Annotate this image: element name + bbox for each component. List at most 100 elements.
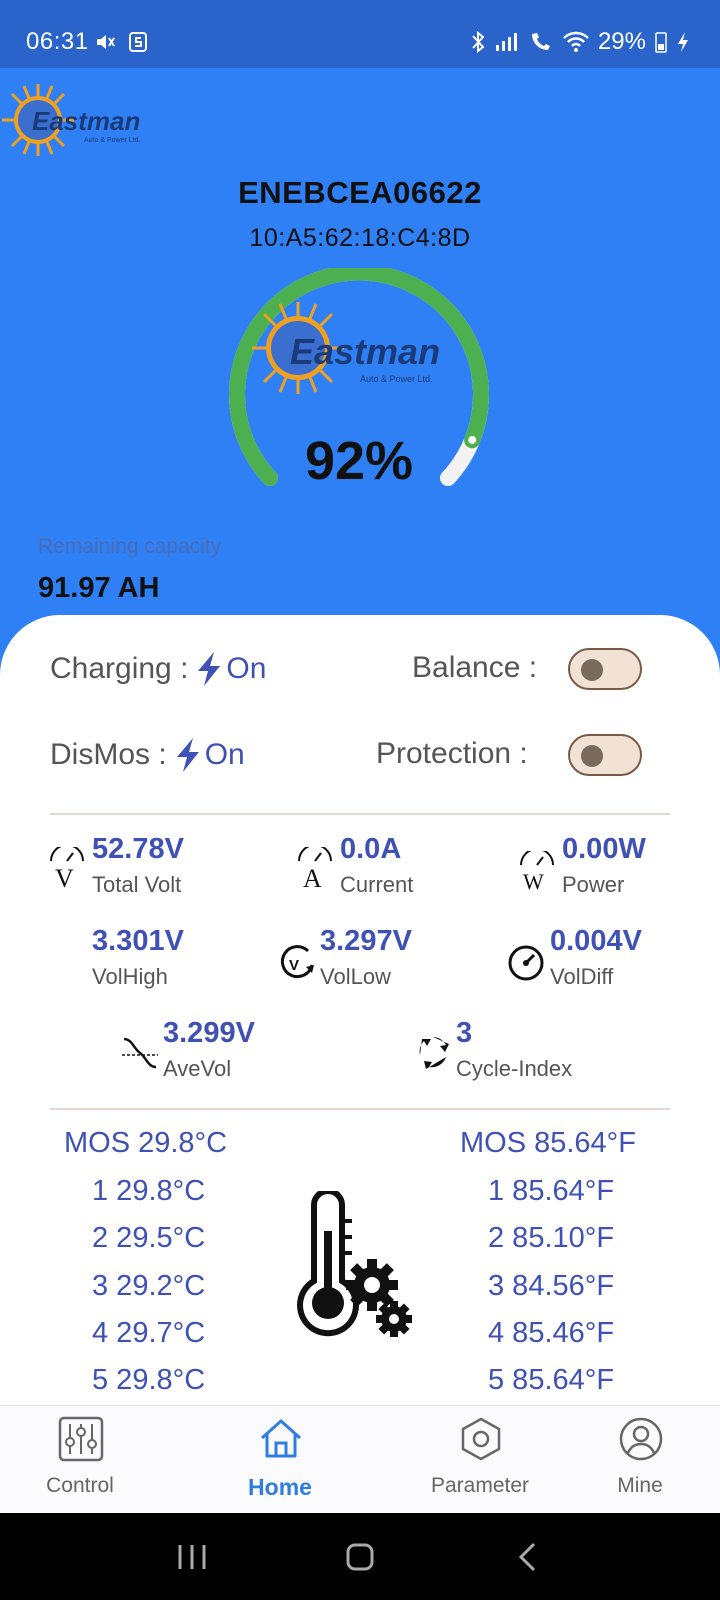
balance-toggle[interactable] bbox=[568, 648, 642, 690]
current-value: 0.0A bbox=[340, 833, 402, 865]
temp-f-3: 3 84.56°F bbox=[488, 1270, 615, 1302]
power-metric: 0.00W Power bbox=[562, 833, 646, 898]
balance-status: Balance : bbox=[412, 651, 537, 685]
thermometer-icon bbox=[297, 1191, 412, 1337]
svg-text:V: V bbox=[55, 864, 74, 889]
wifi-call-icon bbox=[531, 33, 550, 50]
vol-low-label: VolLow bbox=[320, 964, 391, 989]
svg-text:A: A bbox=[303, 864, 322, 889]
battery-icon bbox=[655, 32, 667, 53]
current-metric: 0.0A Current bbox=[340, 833, 413, 898]
notification-icons bbox=[94, 30, 148, 53]
power-label: Power bbox=[562, 872, 625, 897]
nav-mine-label: Mine bbox=[617, 1474, 663, 1497]
temp-c-2: 2 29.5°C bbox=[92, 1222, 206, 1254]
total-volt-metric: 52.78V Total Volt bbox=[92, 833, 184, 898]
vol-diff-label: VolDiff bbox=[550, 964, 614, 989]
vol-diff-metric: 0.004V VolDiff bbox=[550, 925, 642, 990]
nav-mine[interactable]: Mine bbox=[570, 1406, 710, 1514]
total-volt-label: Total Volt bbox=[92, 872, 182, 897]
vol-high-metric: 3.301V VolHigh bbox=[92, 925, 184, 990]
temp-f-4: 4 85.46°F bbox=[488, 1317, 615, 1349]
device-mac: 10:A5:62:18:C4:8D bbox=[249, 224, 471, 252]
protection-status: Protection : bbox=[376, 737, 528, 771]
temp-c-mos: MOS 29.8°C bbox=[64, 1127, 228, 1159]
logo-tagline: Auto & Power Ltd. bbox=[84, 137, 140, 144]
mute-icon bbox=[97, 34, 115, 49]
temp-f-1: 1 85.64°F bbox=[488, 1175, 615, 1207]
vol-diff-value: 0.004V bbox=[550, 925, 642, 957]
gauge-logo-text: Eastman bbox=[290, 331, 440, 372]
device-name: ENEBCEA06622 bbox=[238, 175, 482, 210]
logo-text: Eastman bbox=[32, 106, 140, 136]
current-icon: A bbox=[298, 847, 332, 889]
dismos-status: DisMos : On bbox=[50, 737, 245, 773]
current-label: Current bbox=[340, 872, 414, 897]
vol-low-metric: 3.297V VolLow bbox=[320, 925, 412, 990]
nav-home[interactable]: Home bbox=[210, 1406, 350, 1514]
ave-vol-metric: 3.299V AveVol bbox=[163, 1017, 255, 1082]
balance-label: Balance : bbox=[412, 651, 538, 684]
svg-text:V: V bbox=[289, 957, 299, 974]
nav-control-label: Control bbox=[46, 1474, 114, 1497]
sliders-icon bbox=[58, 1416, 104, 1462]
charging-bolt-icon bbox=[678, 32, 688, 52]
ave-vol-value: 3.299V bbox=[163, 1017, 255, 1049]
details-card: Charging : On Balance : DisMos : On Prot… bbox=[0, 615, 720, 1405]
nav-control[interactable]: Control bbox=[10, 1406, 150, 1514]
vol-high-label: VolHigh bbox=[92, 964, 168, 989]
cycle-index-metric: 3 Cycle-Index bbox=[456, 1017, 572, 1082]
status-bar: 06:31 29% bbox=[0, 0, 720, 68]
vol-low-value: 3.297V bbox=[320, 925, 412, 957]
total-volt-value: 52.78V bbox=[92, 833, 184, 865]
battery-percentage: 92% bbox=[304, 431, 414, 491]
home-icon bbox=[260, 1419, 302, 1458]
remaining-capacity-label: Remaining capacity bbox=[38, 535, 222, 558]
system-navigation-bar bbox=[0, 1513, 720, 1600]
bottom-navigation: Control Home Parameter Mine bbox=[0, 1405, 720, 1514]
divider bbox=[50, 1108, 670, 1110]
signal-icon bbox=[495, 33, 517, 51]
bolt-icon bbox=[198, 652, 221, 686]
nav-home-label: Home bbox=[248, 1474, 312, 1500]
protection-toggle[interactable] bbox=[568, 734, 642, 776]
charging-label: Charging : bbox=[50, 652, 189, 685]
recent-apps-icon[interactable] bbox=[176, 1543, 208, 1571]
vol-low-icon: V bbox=[280, 945, 314, 979]
hexagon-settings-icon bbox=[461, 1417, 501, 1461]
nav-parameter-label: Parameter bbox=[430, 1474, 530, 1497]
voltage-icon: V bbox=[50, 847, 84, 889]
bluetooth-icon bbox=[472, 30, 485, 54]
dismos-value: On bbox=[204, 738, 245, 771]
home-system-icon[interactable] bbox=[346, 1543, 374, 1571]
toggle-knob bbox=[581, 745, 603, 767]
back-icon[interactable] bbox=[516, 1541, 538, 1573]
cycle-index-value: 3 bbox=[456, 1017, 473, 1049]
wifi-icon bbox=[563, 31, 589, 52]
temp-c-3: 3 29.2°C bbox=[92, 1270, 206, 1302]
charging-value: On bbox=[226, 652, 267, 685]
svg-text:W: W bbox=[523, 869, 544, 893]
charging-status: Charging : On bbox=[50, 651, 266, 687]
remaining-capacity-value: 91.97 AH bbox=[38, 572, 160, 604]
battery-percent: 29% bbox=[597, 28, 646, 55]
divider bbox=[50, 813, 670, 815]
dismos-label: DisMos : bbox=[50, 738, 167, 771]
cycle-index-label: Cycle-Index bbox=[456, 1056, 573, 1081]
vol-high-value: 3.301V bbox=[92, 925, 184, 957]
toggle-knob bbox=[581, 659, 603, 681]
gauge-logo-tagline: Auto & Power Ltd. bbox=[360, 374, 433, 384]
nav-parameter[interactable]: Parameter bbox=[410, 1406, 550, 1514]
temp-f-mos: MOS 85.64°F bbox=[460, 1127, 636, 1159]
temp-c-4: 4 29.7°C bbox=[92, 1317, 206, 1349]
ave-vol-label: AveVol bbox=[163, 1056, 232, 1081]
gauge-diff-icon bbox=[508, 945, 544, 981]
bolt-icon bbox=[176, 738, 199, 772]
cycle-icon bbox=[419, 1037, 449, 1069]
status-time: 06:31 bbox=[26, 28, 89, 55]
temp-f-2: 2 85.10°F bbox=[488, 1222, 615, 1254]
temp-f-5: 5 85.64°F bbox=[488, 1364, 615, 1396]
power-icon: W bbox=[520, 851, 554, 893]
power-value: 0.00W bbox=[562, 833, 646, 865]
s-app-icon bbox=[128, 31, 147, 52]
